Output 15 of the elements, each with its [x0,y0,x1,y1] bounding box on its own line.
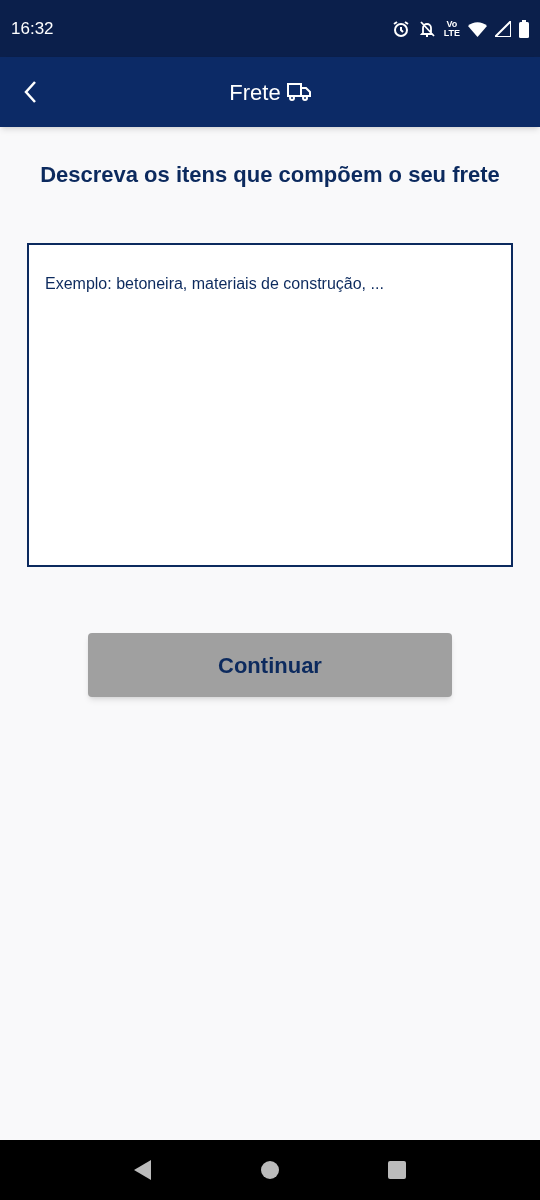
bell-off-icon [417,19,436,38]
description-field[interactable]: Exemplo: betoneira, materiais de construção, ... [27,243,513,567]
signal-icon [495,20,511,37]
battery-icon [519,19,529,38]
wifi-icon [468,20,487,37]
volte-icon: Vo LTE [443,19,460,38]
recents-nav-icon[interactable] [386,1160,407,1180]
heading: Descreva os itens que compõem o seu frete [39,161,501,189]
status-time: 16:32 [11,17,54,40]
screen-title: Frete [229,78,281,107]
back-icon [23,80,37,104]
alarm-icon [391,19,410,38]
home-nav-icon[interactable] [260,1160,280,1180]
truck-icon [286,83,311,101]
back-nav-icon[interactable] [133,1159,154,1181]
